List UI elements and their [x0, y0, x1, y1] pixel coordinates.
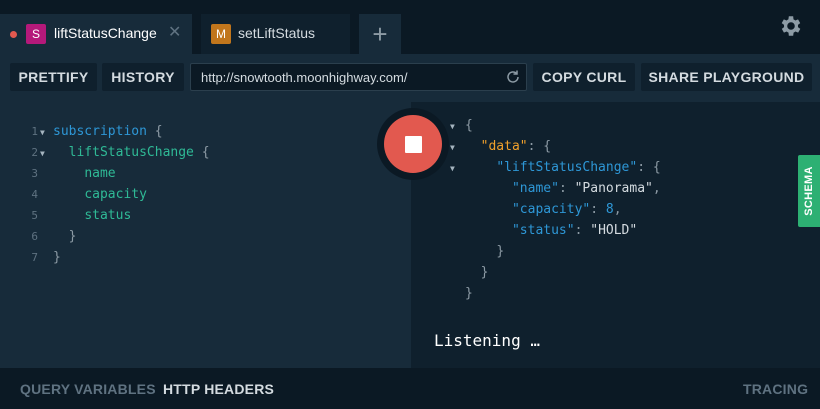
unsaved-dot: [10, 31, 17, 38]
code-line: capacity: [53, 187, 147, 202]
chevron-down-icon[interactable]: ▼: [40, 149, 45, 158]
gear-icon[interactable]: [778, 13, 804, 39]
result-line: "name": "Panorama",: [511, 181, 661, 196]
json-key: "data": [480, 139, 528, 154]
code-line: status: [53, 208, 131, 223]
footer-bar: QUERY VARIABLES HTTP HEADERS TRACING: [0, 368, 820, 409]
field: capacity: [84, 187, 147, 202]
share-playground-button[interactable]: SHARE PLAYGROUND: [641, 63, 812, 91]
code-line: name: [53, 166, 116, 181]
copy-curl-button[interactable]: COPY CURL: [533, 63, 635, 91]
result-line: }: [465, 265, 489, 280]
brace: }: [465, 286, 473, 301]
reload-icon[interactable]: [505, 69, 521, 85]
subscription-badge: S: [26, 24, 46, 44]
tab-label: liftStatusChange: [54, 25, 157, 41]
line-number: 5: [31, 209, 38, 222]
brace: {: [201, 145, 210, 160]
chevron-down-icon[interactable]: ▼: [450, 122, 455, 131]
brace: }: [496, 244, 505, 259]
schema-tab[interactable]: SCHEMA: [798, 155, 820, 227]
endpoint-url-value: http://snowtooth.moonhighway.com/: [201, 70, 408, 85]
keyword: subscription: [53, 124, 147, 139]
line-number: 1: [31, 125, 38, 138]
brace: {: [154, 124, 163, 139]
chevron-down-icon[interactable]: ▼: [40, 128, 45, 137]
line-number: 7: [31, 251, 38, 264]
code-line: }: [53, 229, 77, 244]
stop-icon: [404, 135, 422, 153]
brace: }: [480, 265, 489, 280]
json-key: "status": [511, 223, 575, 238]
tracing-tab[interactable]: TRACING: [743, 381, 808, 397]
result-line: }: [465, 244, 504, 259]
field: status: [84, 208, 132, 223]
brace: {: [465, 118, 473, 133]
field: name: [84, 166, 116, 181]
tab-bar: S liftStatusChange ✕ M setLiftStatus +: [0, 0, 820, 54]
brace: }: [68, 229, 77, 244]
tab-lift-status-change[interactable]: S liftStatusChange ✕: [0, 14, 192, 54]
result-line: {: [465, 118, 473, 133]
result-line: "capacity": 8,: [511, 202, 622, 217]
result-line: "status": "HOLD": [511, 223, 638, 238]
add-tab-button[interactable]: +: [359, 14, 401, 54]
json-key: "name": [511, 181, 559, 196]
json-value: "HOLD": [590, 223, 638, 238]
line-number: 4: [31, 188, 38, 201]
history-button[interactable]: HISTORY: [102, 63, 184, 91]
json-key: "liftStatusChange": [496, 160, 638, 175]
json-value: 8: [605, 202, 614, 217]
listening-status: Listening …: [434, 331, 540, 350]
json-key: "capacity": [511, 202, 591, 217]
chevron-down-icon[interactable]: ▼: [450, 143, 455, 152]
field: liftStatusChange: [68, 145, 194, 160]
prettify-button[interactable]: PRETTIFY: [10, 63, 97, 91]
code-line: }: [53, 250, 61, 265]
result-line: "data": {: [480, 139, 552, 154]
endpoint-url-input[interactable]: http://snowtooth.moonhighway.com/: [190, 63, 527, 91]
tab-set-lift-status[interactable]: M setLiftStatus: [201, 14, 350, 54]
line-number: 2: [31, 146, 38, 159]
chevron-down-icon[interactable]: ▼: [450, 164, 455, 173]
json-value: "Panorama": [574, 181, 653, 196]
line-number: 3: [31, 167, 38, 180]
mutation-badge: M: [211, 24, 231, 44]
result-line: }: [465, 286, 473, 301]
http-headers-tab[interactable]: HTTP HEADERS: [163, 381, 274, 397]
query-variables-tab[interactable]: QUERY VARIABLES: [20, 381, 156, 397]
schema-label: SCHEMA: [803, 166, 815, 216]
line-number: 6: [31, 230, 38, 243]
close-icon[interactable]: ✕: [168, 24, 181, 42]
plus-icon: +: [372, 18, 388, 49]
toolbar: PRETTIFY HISTORY http://snowtooth.moonhi…: [0, 54, 820, 102]
tab-label: setLiftStatus: [238, 25, 316, 41]
code-line: subscription {: [53, 124, 163, 139]
result-line: "liftStatusChange": {: [496, 160, 661, 175]
stop-subscription-button[interactable]: [384, 115, 442, 173]
code-line: liftStatusChange {: [53, 145, 210, 160]
brace: }: [53, 250, 61, 265]
